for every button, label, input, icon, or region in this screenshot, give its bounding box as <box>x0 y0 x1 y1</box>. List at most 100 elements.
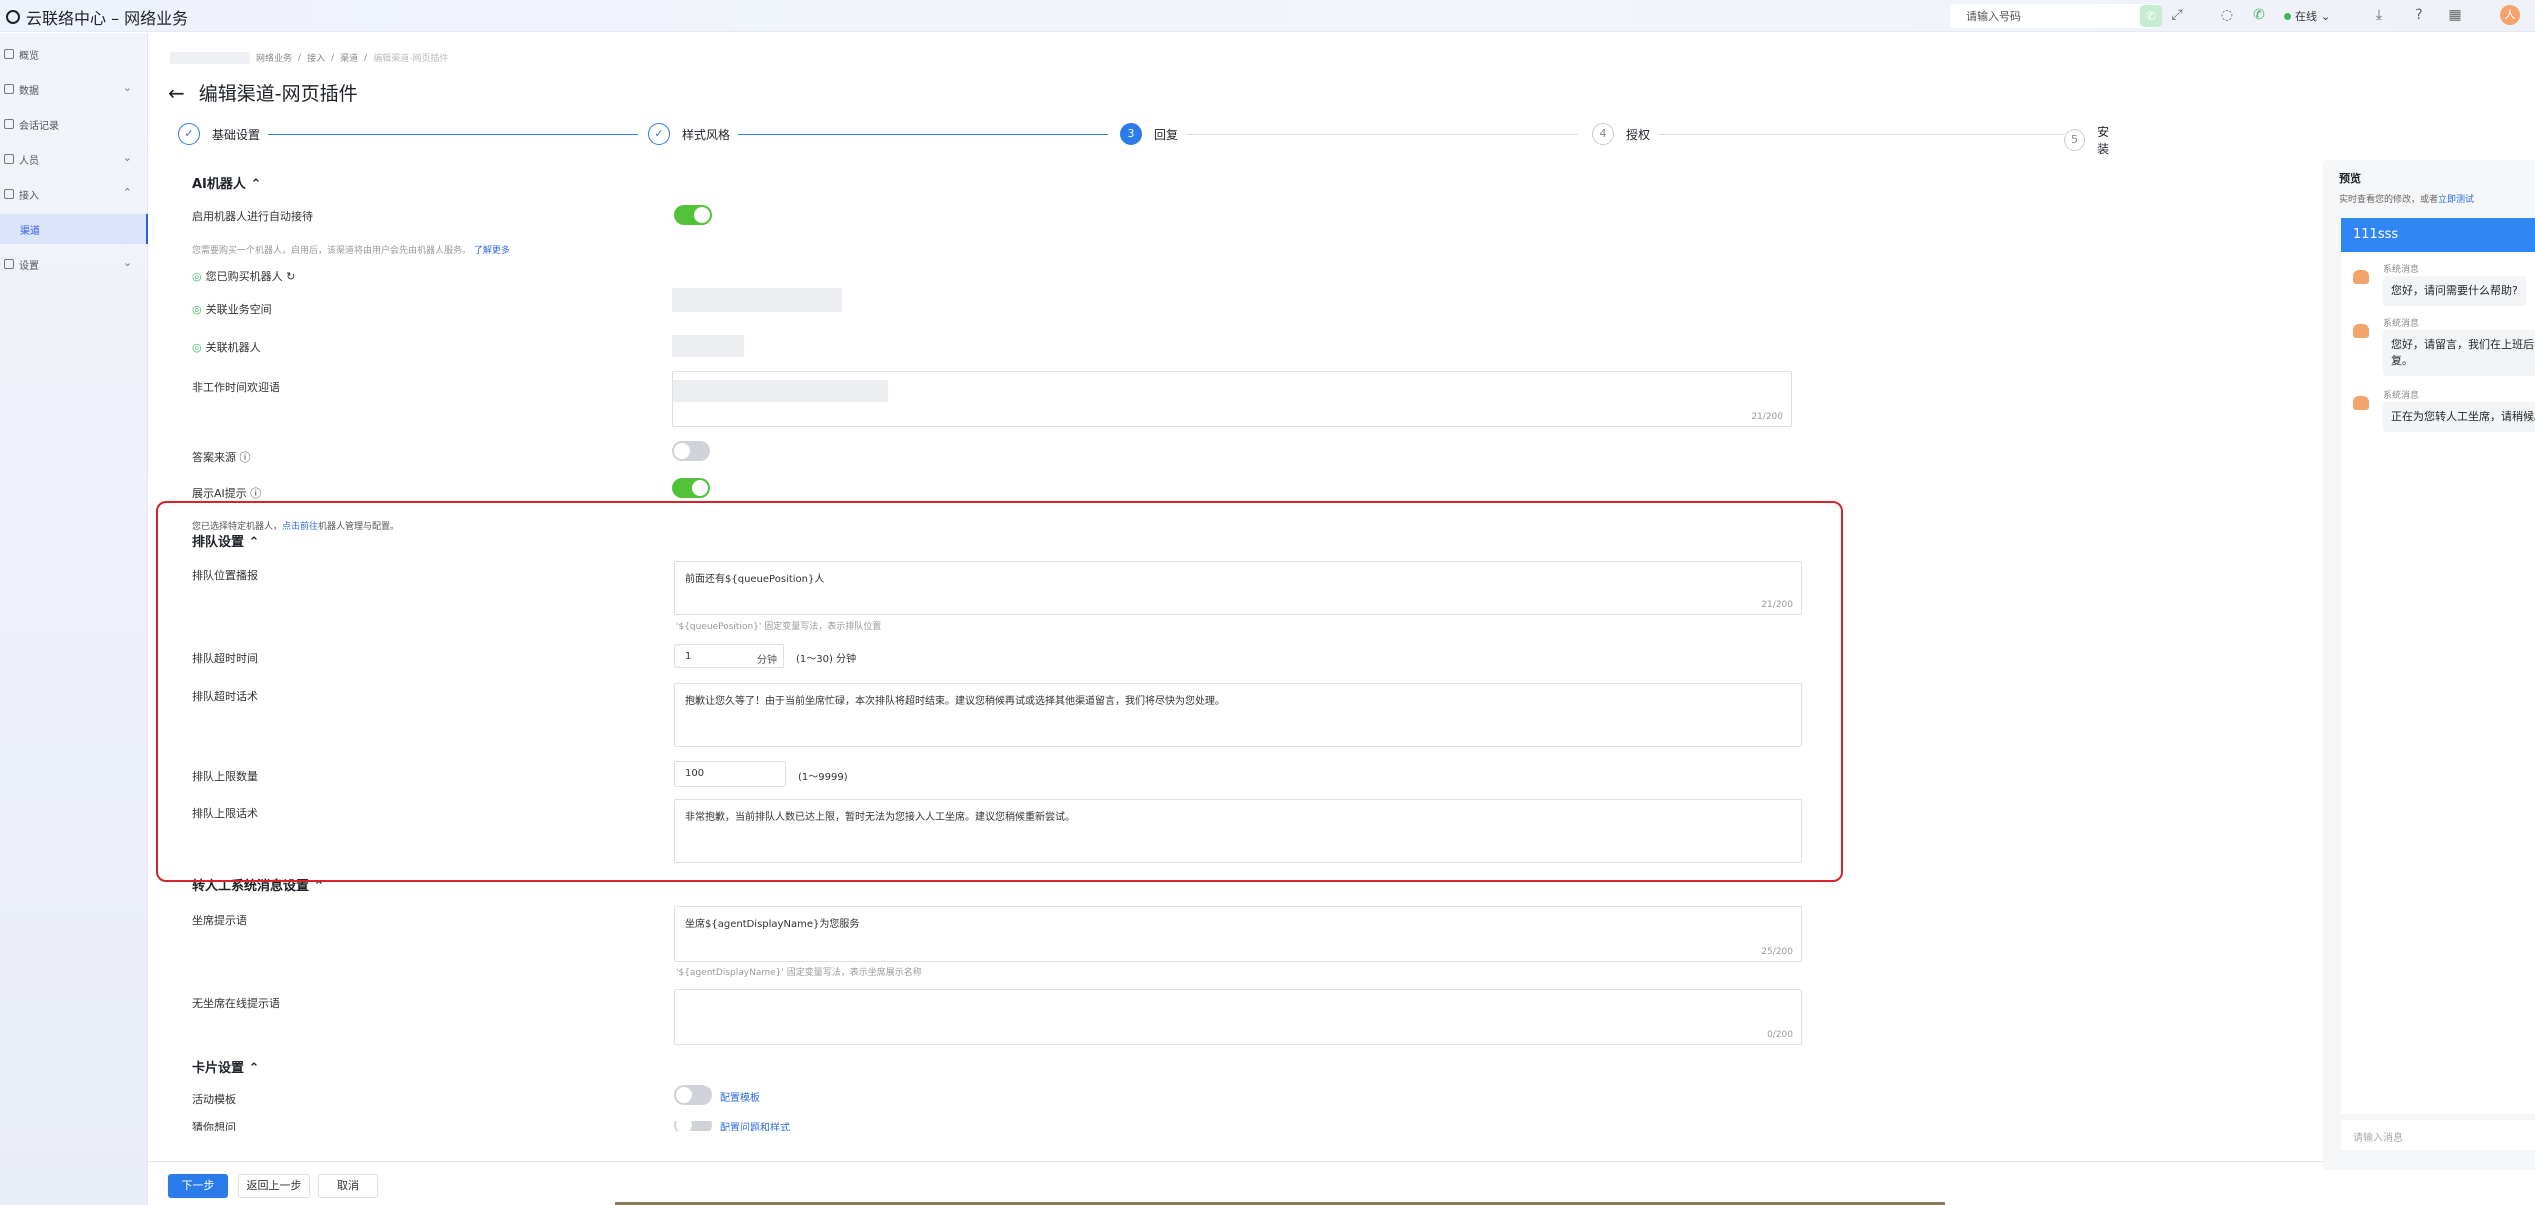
back-step-button[interactable]: 返回上一步 <box>238 1174 310 1198</box>
agent-status-label: 在线 <box>2295 10 2317 23</box>
chat-message: 系统消息 正在为您转人工坐席，请稍候。 <box>2353 388 2535 443</box>
card-row-clipped: 猜你想问 配置问题和样式 <box>148 1121 2148 1131</box>
top-bar: 云联络中心 – 网络业务 请输入号码 ✆ ⤢ ◌ ✆ 在线 ⌄ ⤓ ? ▦ 人 <box>0 0 2535 32</box>
step-label: 样式风格 <box>682 127 731 142</box>
step-connector <box>1608 134 2078 135</box>
sidebar-item-label: 渠道 <box>20 225 40 237</box>
char-counter: 25/200 <box>1761 947 1793 957</box>
agent-status[interactable]: 在线 ⌄ <box>2284 8 2330 24</box>
step-connector <box>208 134 638 135</box>
step-style[interactable]: ✓ 样式风格 <box>648 123 739 145</box>
guess-question-toggle[interactable] <box>674 1121 712 1131</box>
answer-source-toggle[interactable] <box>672 441 710 461</box>
config-question-link[interactable]: 配置问题和样式 <box>720 1121 790 1131</box>
step-label: 授权 <box>1626 127 1651 142</box>
robot-select-blurred[interactable] <box>672 335 744 357</box>
preview-message-input[interactable]: 请输入消息 + <box>2341 1120 2535 1150</box>
char-counter: 21/200 <box>1751 412 1783 422</box>
next-button[interactable]: 下一步 <box>168 1174 228 1198</box>
workspace-select-blurred[interactable] <box>672 288 842 312</box>
step-auth[interactable]: 4 授权 <box>1592 123 1659 145</box>
apps-grid-icon[interactable]: ▦ <box>2446 6 2464 24</box>
help-circle-icon[interactable]: ⓘ <box>240 451 251 464</box>
robot-bought-text: 您已购买机器人 <box>205 270 283 283</box>
step-label: 回复 <box>1154 127 1179 142</box>
chat-message: 系统消息 您好，请留言，我们在上班后会第一时间回复。 <box>2353 316 2535 386</box>
preview-subtitle: 实时查看您的修改，或者立即测试 <box>2339 192 2474 205</box>
show-ai-toggle[interactable] <box>672 478 710 498</box>
chevron-down-icon: ⌄ <box>2321 9 2331 23</box>
step-reply[interactable]: 3 回复 <box>1120 123 1187 145</box>
sidebar-item-overview[interactable]: 概览 <box>0 39 148 69</box>
breadcrumb-blurred <box>170 51 250 64</box>
breadcrumb-item[interactable]: 渠道 <box>340 51 358 64</box>
footer-bar <box>148 1161 2535 1205</box>
learn-more-link[interactable]: 了解更多 <box>474 246 510 256</box>
show-ai-label: 展示AI提示 ⓘ <box>192 485 261 501</box>
app-logo-icon <box>6 10 20 24</box>
page-title-text: 编辑渠道-网页插件 <box>198 83 358 105</box>
breadcrumb: 网络业务 / 接入 / 渠道 / 编辑渠道-网页插件 <box>170 51 448 64</box>
dial-input[interactable]: 请输入号码 <box>1950 4 2160 28</box>
step-install[interactable]: 5 安装 <box>2064 123 2128 157</box>
test-now-link[interactable]: 立即测试 <box>2438 195 2474 205</box>
sidebar-item-people[interactable]: 人员 ⌄ <box>0 144 148 174</box>
message-sender: 系统消息 <box>2383 319 2420 329</box>
call-button[interactable]: ✆ <box>2140 5 2162 27</box>
help-icon[interactable]: ? <box>2410 6 2428 24</box>
check-icon: ✓ <box>178 123 200 145</box>
sidebar: 概览 数据 ⌄ 会话记录 人员 ⌄ 接入 ⌃ 渠道 设置 ⌄ <box>0 33 148 1205</box>
breadcrumb-separator: / <box>331 52 335 63</box>
message-bubble: 您好，请留言，我们在上班后会第一时间回复。 <box>2383 330 2535 376</box>
back-arrow-icon[interactable]: ← <box>168 81 185 105</box>
refresh-icon[interactable]: ↻ <box>286 270 295 283</box>
check-circle-icon: ◎ <box>192 341 202 354</box>
expand-icon[interactable]: ⤢ <box>2168 6 2186 24</box>
breadcrumb-item[interactable]: 接入 <box>307 51 325 64</box>
section-title-text: 卡片设置 <box>192 1061 245 1076</box>
input-placeholder: 请输入消息 <box>2353 1133 2403 1144</box>
sidebar-item-label: 概览 <box>19 50 39 62</box>
agent-prompt-textarea[interactable]: 坐席${agentDisplayName}为您服务 25/200 <box>674 906 1802 962</box>
page-title: ← 编辑渠道-网页插件 <box>168 79 358 106</box>
settings-icon <box>4 259 14 269</box>
chat-icon[interactable]: ◌ <box>2218 6 2236 24</box>
toggle-knob <box>692 480 708 496</box>
workspace-label: ◎ 关联业务空间 <box>192 301 272 317</box>
chevron-down-icon: ⌄ <box>122 256 132 269</box>
toggle-knob <box>676 1087 692 1103</box>
chevron-down-icon: ⌄ <box>122 151 132 164</box>
step-number: 5 <box>2064 129 2086 151</box>
activity-template-toggle[interactable] <box>674 1085 712 1105</box>
ai-section-title[interactable]: AI机器人 ⌃ <box>192 173 261 192</box>
cancel-button[interactable]: 取消 <box>318 1174 378 1198</box>
help-circle-icon[interactable]: ⓘ <box>250 487 261 500</box>
config-template-link[interactable]: 配置模板 <box>720 1089 760 1104</box>
step-number: 4 <box>1592 123 1614 145</box>
agent-prompt-label: 坐席提示语 <box>192 914 247 927</box>
no-agent-textarea[interactable]: 0/200 <box>674 989 1802 1045</box>
avatar[interactable]: 人 <box>2500 5 2520 25</box>
sidebar-item-channels[interactable]: 渠道 <box>0 214 148 244</box>
toggle-knob <box>674 443 690 459</box>
sidebar-item-settings[interactable]: 设置 ⌄ <box>0 249 148 279</box>
auto-reception-label: 启用机器人进行自动接待 <box>192 210 313 223</box>
show-ai-text: 展示AI提示 <box>192 487 247 500</box>
breadcrumb-item[interactable]: 网络业务 <box>256 51 292 64</box>
headset-icon <box>4 189 14 199</box>
section-title-text: AI机器人 <box>192 177 246 192</box>
auto-reception-toggle[interactable] <box>674 205 712 225</box>
step-basic[interactable]: ✓ 基础设置 <box>178 123 269 145</box>
sidebar-item-access[interactable]: 接入 ⌃ <box>0 179 148 209</box>
offhours-welcome-textarea[interactable]: 21/200 <box>672 371 1792 427</box>
sidebar-item-label: 数据 <box>19 85 39 97</box>
step-label: 基础设置 <box>212 127 261 142</box>
answer-source-text: 答案来源 <box>192 451 236 464</box>
sidebar-item-sessions[interactable]: 会话记录 <box>0 109 148 139</box>
message-sender: 系统消息 <box>2383 391 2420 401</box>
check-circle-icon: ◎ <box>192 270 202 283</box>
download-icon[interactable]: ⤓ <box>2370 6 2388 24</box>
sidebar-item-data[interactable]: 数据 ⌄ <box>0 74 148 104</box>
phone-icon[interactable]: ✆ <box>2250 6 2268 24</box>
card-section-title[interactable]: 卡片设置 ⌃ <box>192 1057 259 1076</box>
